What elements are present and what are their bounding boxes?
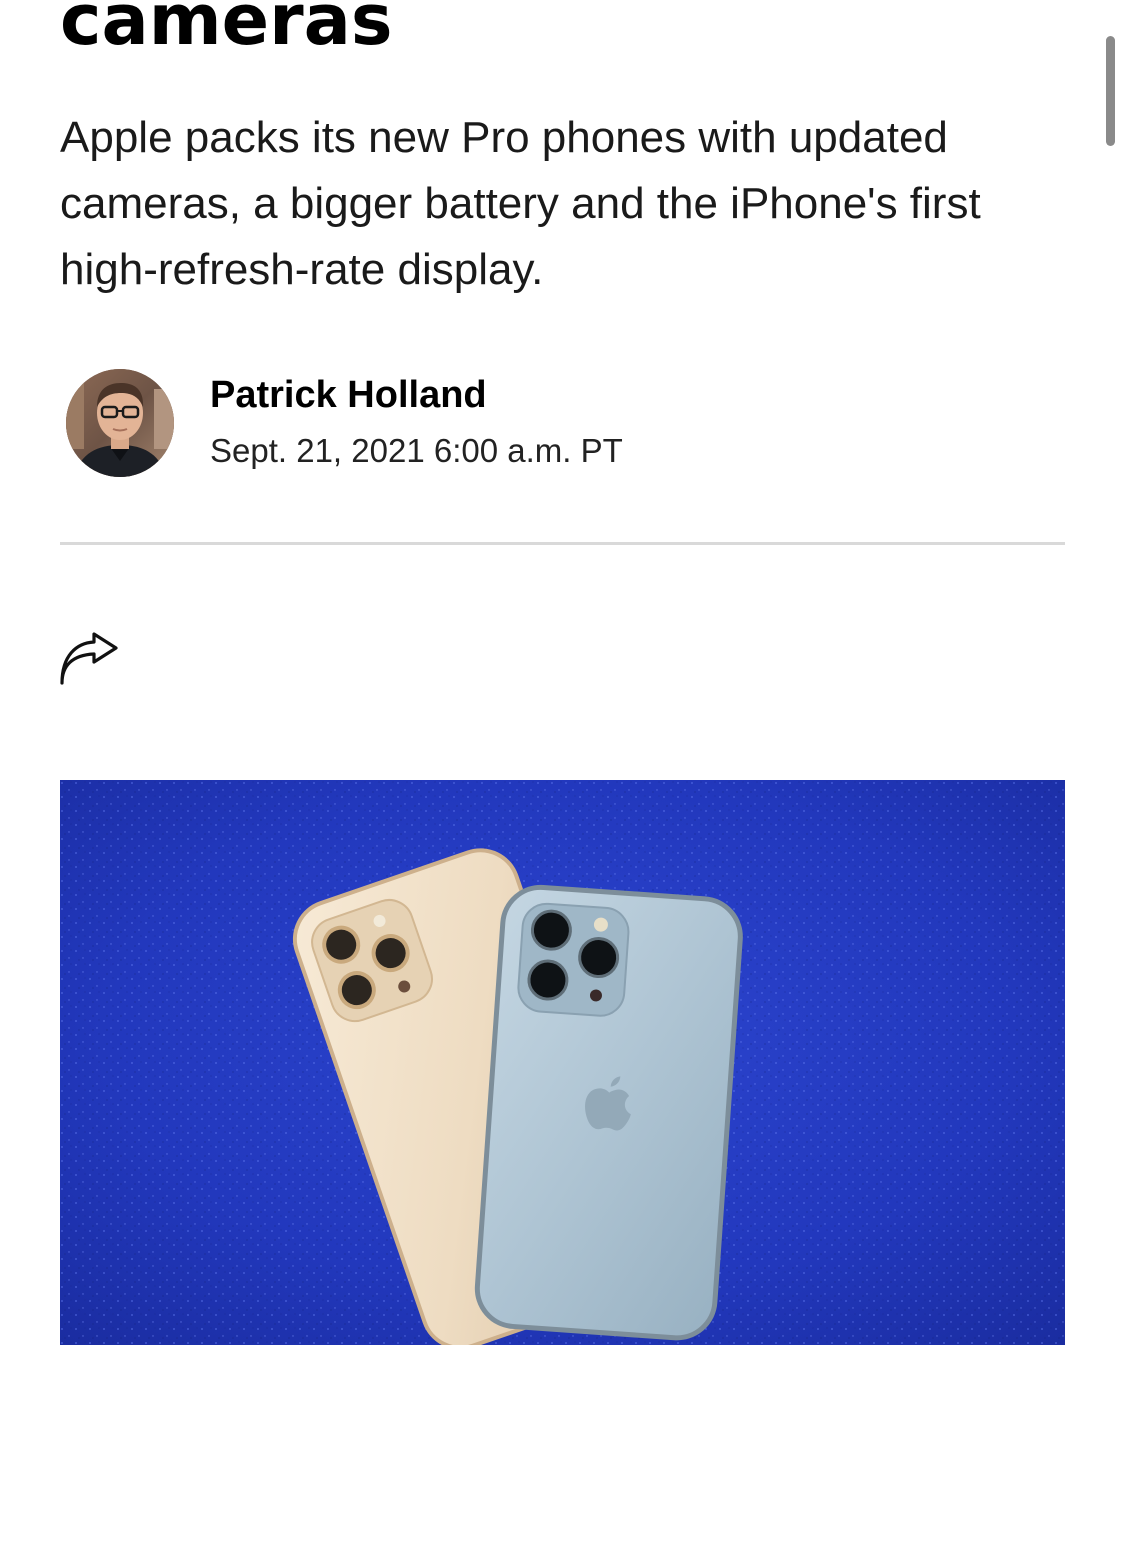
share-arrow-icon: [60, 632, 118, 685]
scrollbar[interactable]: [1106, 36, 1115, 146]
share-button[interactable]: [56, 628, 122, 688]
sierra-blue-iphone: [474, 884, 743, 1341]
iphone-photo: [60, 780, 1065, 1345]
author-name[interactable]: Patrick Holland: [210, 372, 487, 418]
article-dek: Apple packs its new Pro phones with upda…: [60, 113, 981, 294]
byline: Patrick Holland Sept. 21, 2021 6:00 a.m.…: [60, 368, 1065, 478]
author-avatar[interactable]: [66, 369, 174, 477]
hero-image: [60, 780, 1065, 1345]
author-photo: [66, 369, 174, 477]
publish-date: Sept. 21, 2021 6:00 a.m. PT: [210, 432, 623, 469]
byline-divider: [60, 542, 1065, 545]
article-headline: cameras: [60, 0, 393, 61]
